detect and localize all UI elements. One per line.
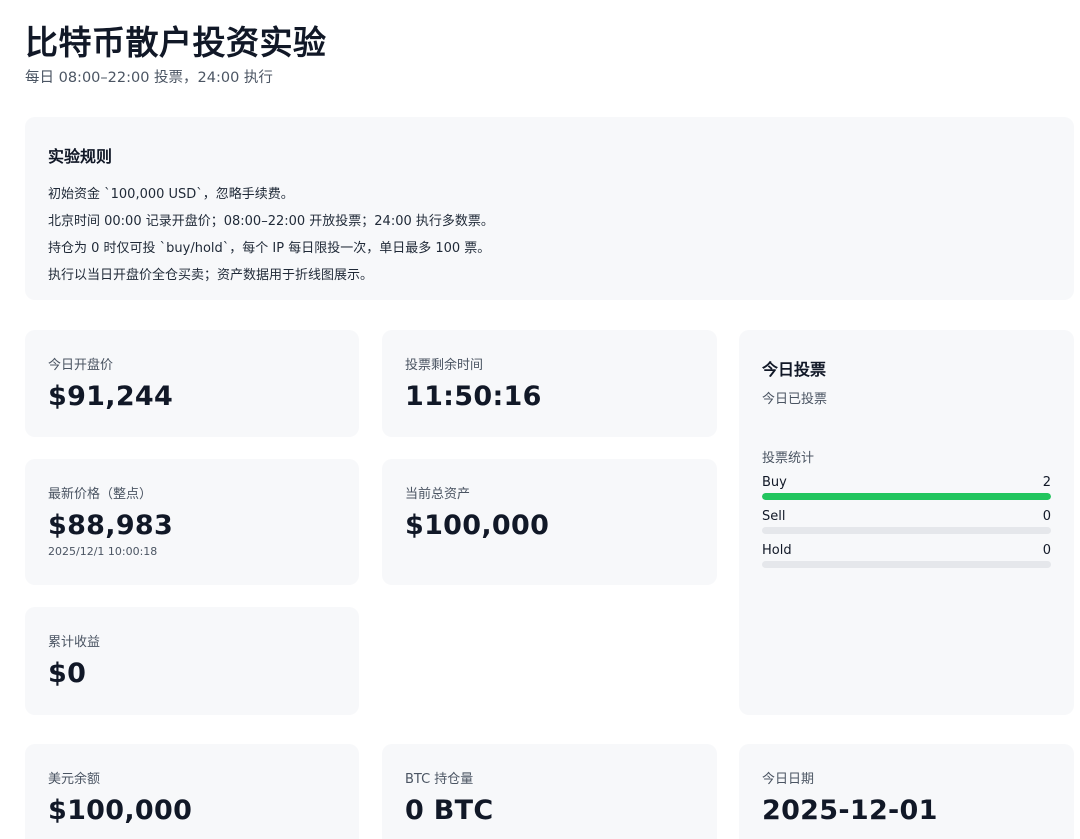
total-assets-label: 当前总资产 (405, 487, 471, 502)
page-subtitle: 每日 08:00–22:00 投票，24:00 执行 (25, 70, 273, 86)
vote-bar-track (762, 561, 1051, 568)
rules-card: 实验规则 初始资金 `100,000 USD`，忽略手续费。 北京时间 00:0… (25, 117, 1074, 300)
page-title: 比特币散户投资实验 (25, 23, 327, 62)
vote-remaining-card: 投票剩余时间 11:50:16 (382, 330, 717, 437)
vote-title: 今日投票 (762, 360, 827, 379)
today-date-value: 2025-12-01 (762, 795, 938, 826)
usd-balance-label: 美元余额 (48, 772, 101, 787)
page: 比特币散户投资实验 每日 08:00–22:00 投票，24:00 执行 实验规… (0, 0, 1080, 839)
today-date-label: 今日日期 (762, 772, 815, 787)
open-price-card: 今日开盘价 $91,244 (25, 330, 359, 437)
vote-option-label: Sell (762, 509, 786, 524)
vote-option-count: 2 (1042, 475, 1051, 490)
total-assets-card: 当前总资产 $100,000 (382, 459, 717, 585)
rule-item: 北京时间 00:00 记录开盘价；08:00–22:00 开放投票；24:00 … (48, 214, 494, 229)
vote-stats-title: 投票统计 (762, 451, 815, 466)
rules-title: 实验规则 (48, 147, 113, 166)
vote-row-buy: Buy 2 (762, 475, 1051, 500)
rule-item: 执行以当日开盘价全仓买卖；资产数据用于折线图展示。 (48, 268, 374, 283)
total-assets-value: $100,000 (405, 510, 550, 541)
rule-item: 初始资金 `100,000 USD`，忽略手续费。 (48, 187, 294, 202)
vote-bar-track (762, 493, 1051, 500)
rule-item: 持仓为 0 时仅可投 `buy/hold`，每个 IP 每日限投一次，单日最多 … (48, 241, 491, 256)
vote-option-label: Buy (762, 475, 787, 490)
cumulative-return-label: 累计收益 (48, 635, 101, 650)
btc-holding-card: BTC 持仓量 0 BTC (382, 744, 717, 839)
latest-price-value: $88,983 (48, 510, 174, 541)
vote-bar-fill (762, 493, 1051, 500)
latest-price-timestamp: 2025/12/1 10:00:18 (48, 545, 158, 558)
today-date-card: 今日日期 2025-12-01 (739, 744, 1074, 839)
btc-holding-label: BTC 持仓量 (405, 772, 474, 787)
vote-option-count: 0 (1042, 543, 1051, 558)
vote-panel: 今日投票 今日已投票 投票统计 Buy 2 Sell 0 Hold 0 (739, 330, 1074, 715)
open-price-label: 今日开盘价 (48, 358, 114, 373)
btc-holding-value: 0 BTC (405, 795, 494, 826)
vote-status: 今日已投票 (762, 392, 828, 407)
vote-option-count: 0 (1042, 509, 1051, 524)
cumulative-return-card: 累计收益 $0 (25, 607, 359, 715)
vote-remaining-value: 11:50:16 (405, 381, 542, 412)
rules-list: 初始资金 `100,000 USD`，忽略手续费。 北京时间 00:00 记录开… (48, 181, 1051, 289)
vote-option-label: Hold (762, 543, 792, 558)
vote-remaining-label: 投票剩余时间 (405, 358, 484, 373)
latest-price-label: 最新价格（整点） (48, 487, 153, 502)
vote-bar-track (762, 527, 1051, 534)
cumulative-return-value: $0 (48, 658, 87, 689)
vote-row-sell: Sell 0 (762, 509, 1051, 534)
open-price-value: $91,244 (48, 381, 174, 412)
usd-balance-card: 美元余额 $100,000 (25, 744, 359, 839)
vote-row-hold: Hold 0 (762, 543, 1051, 568)
latest-price-card: 最新价格（整点） $88,983 2025/12/1 10:00:18 (25, 459, 359, 585)
usd-balance-value: $100,000 (48, 795, 193, 826)
